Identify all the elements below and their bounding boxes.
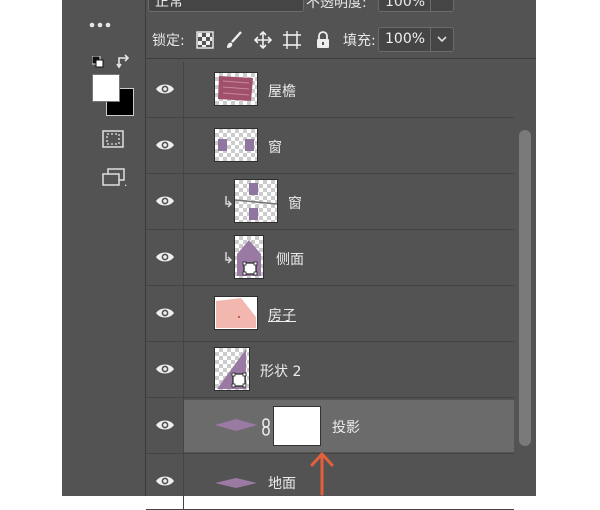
chevron-down-icon[interactable] <box>430 0 453 11</box>
layer-name: 房子 <box>268 308 296 324</box>
visibility-toggle[interactable] <box>146 286 184 342</box>
layer-row[interactable]: 房子 <box>146 286 514 342</box>
visibility-toggle[interactable] <box>146 342 184 398</box>
artboard-lock-icon[interactable] <box>283 31 301 49</box>
eye-icon[interactable] <box>155 418 175 432</box>
eye-icon[interactable] <box>155 362 175 376</box>
lock-label: 锁定: <box>152 33 185 49</box>
opacity-label: 不透明度: <box>306 0 367 11</box>
eye-icon[interactable] <box>155 194 175 208</box>
tool-icon-partial[interactable] <box>92 0 106 2</box>
move-lock-icon[interactable] <box>254 31 272 49</box>
layer-name: 形状 2 <box>260 364 302 380</box>
swap-colors-icon[interactable] <box>116 54 132 70</box>
fill-field[interactable]: 100% <box>378 27 454 52</box>
window-thumbnail <box>214 128 258 162</box>
blend-mode-dropdown[interactable]: 正常 <box>148 0 304 12</box>
visibility-toggle[interactable] <box>146 398 184 454</box>
shape-thumbnail <box>214 347 250 391</box>
chevron-down-icon[interactable] <box>430 28 453 51</box>
opacity-field[interactable]: 100% <box>378 0 454 12</box>
blend-mode-value: 正常 <box>155 0 183 10</box>
ground-thumbnail <box>214 476 258 490</box>
window-clipped-thumbnail <box>234 179 278 223</box>
layer-row-selected[interactable]: 投影 <box>146 398 514 454</box>
layer-row[interactable]: 窗 <box>146 174 514 230</box>
side-shape-thumbnail <box>234 235 264 279</box>
house-thumbnail <box>214 296 258 330</box>
visibility-toggle[interactable] <box>146 454 184 510</box>
fill-value: 100% <box>385 31 426 47</box>
tools-panel <box>62 0 146 496</box>
chain-link-icon[interactable] <box>261 418 271 436</box>
layer-row[interactable]: 形状 2 <box>146 342 514 398</box>
visibility-toggle[interactable] <box>146 118 184 174</box>
layers-panel: 正常 不透明度: 100% 锁定: 填充: 100% 屋檐 窗 窗 侧面 房子 … <box>146 0 536 510</box>
blend-opacity-row: 正常 不透明度: 100% <box>146 0 536 14</box>
eye-icon[interactable] <box>155 250 175 264</box>
screen-mode-icon[interactable] <box>102 168 128 188</box>
reset-colors-icon[interactable] <box>92 56 104 68</box>
clip-arrow-icon <box>225 252 232 264</box>
layers-scrollbar[interactable] <box>519 130 531 446</box>
visibility-toggle[interactable] <box>146 230 184 286</box>
layer-name: 窗 <box>288 196 302 212</box>
layer-name: 侧面 <box>276 252 304 268</box>
layer-name: 地面 <box>268 476 296 492</box>
padlock-icon[interactable] <box>314 31 332 49</box>
eye-icon[interactable] <box>155 306 175 320</box>
eye-icon[interactable] <box>155 138 175 152</box>
clip-arrow-icon <box>225 196 232 208</box>
fill-label: 填充: <box>343 33 376 49</box>
brush-lock-icon[interactable] <box>225 31 243 49</box>
eye-icon[interactable] <box>155 474 175 488</box>
opacity-value: 100% <box>385 0 426 10</box>
eaves-thumbnail <box>214 72 258 106</box>
chevron-down-icon <box>285 0 297 7</box>
layer-mask-thumbnail[interactable] <box>273 406 321 446</box>
layer-name: 窗 <box>268 140 282 156</box>
shadow-thumbnail <box>214 416 258 434</box>
annotation-arrow <box>306 448 338 496</box>
layer-name: 投影 <box>332 420 360 436</box>
ellipsis-icon[interactable] <box>88 20 112 30</box>
page-margin <box>536 0 600 496</box>
layer-row[interactable]: 窗 <box>146 118 514 174</box>
lock-row: 锁定: 填充: 100% <box>146 22 536 59</box>
layer-row[interactable]: 屋檐 <box>146 62 514 118</box>
visibility-toggle[interactable] <box>146 62 184 118</box>
visibility-toggle[interactable] <box>146 174 184 230</box>
quick-mask-icon[interactable] <box>102 130 124 148</box>
layer-row[interactable]: 侧面 <box>146 230 514 286</box>
layer-list: 屋檐 窗 窗 侧面 房子 形状 2 投影 地面 <box>146 62 536 510</box>
eye-icon[interactable] <box>155 82 175 96</box>
foreground-color-swatch[interactable] <box>92 74 120 102</box>
layer-name: 屋檐 <box>268 84 296 100</box>
checkerboard-lock-icon[interactable] <box>196 31 214 49</box>
